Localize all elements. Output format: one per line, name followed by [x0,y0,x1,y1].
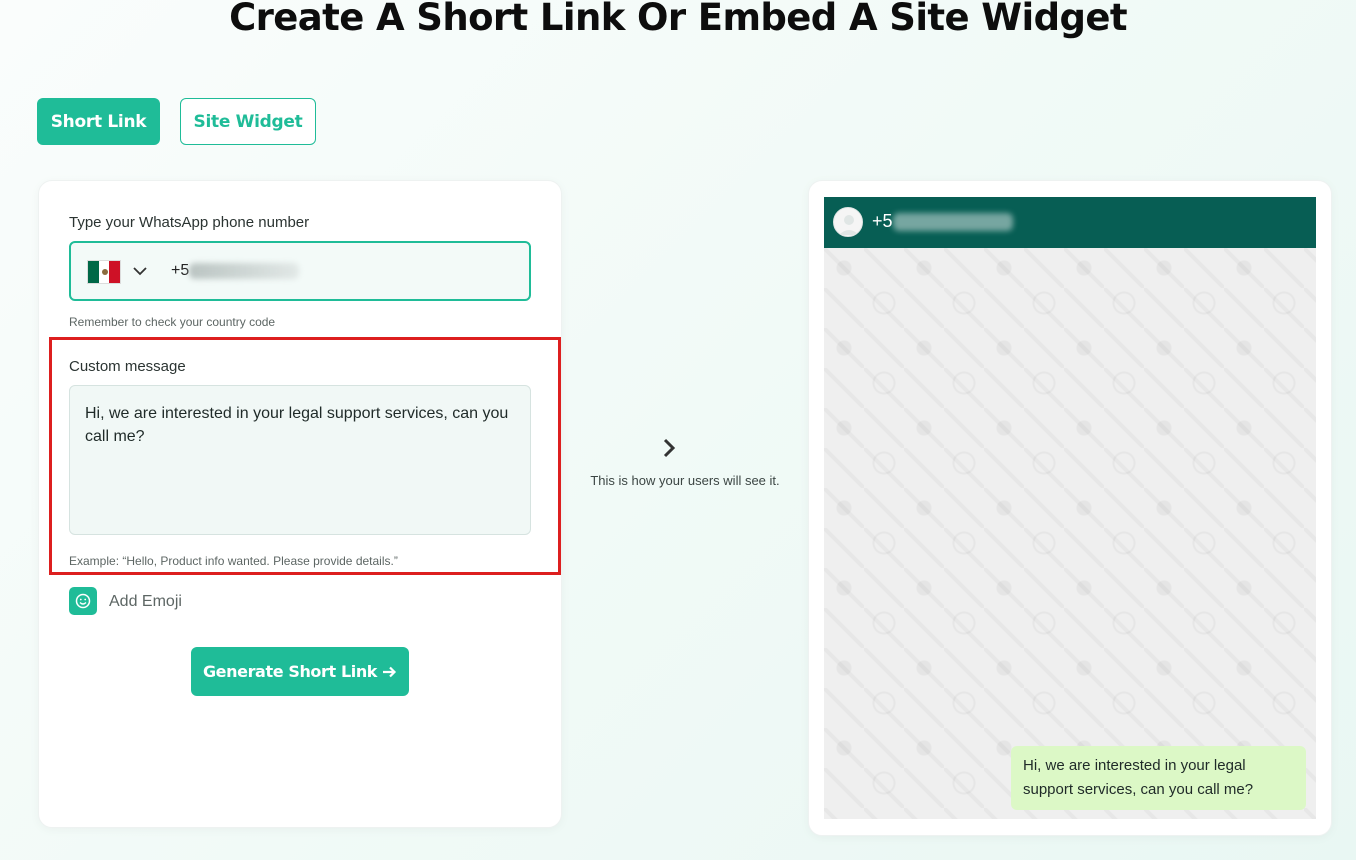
generate-label: Generate Short Link [202,662,378,681]
add-emoji-label[interactable]: Add Emoji [109,593,182,611]
phone-hint: Remember to check your country code [69,315,276,329]
chat-header-number: +5 [872,211,1013,232]
phone-input[interactable]: +5 [69,241,531,301]
chat-background [824,248,1316,819]
generate-short-link-button[interactable]: Generate Short Link [191,647,409,696]
tab-site-widget[interactable]: Site Widget [180,98,316,145]
phone-value[interactable]: +5 [171,262,300,280]
redacted-phone-digits [189,262,300,279]
chat-message-bubble: Hi, we are interested in your legal supp… [1011,746,1306,810]
highlight-box [49,337,561,575]
chat-header: +5 [824,197,1316,248]
avatar [833,207,863,237]
chat-number-prefix: +5 [872,211,893,231]
chevron-right-icon [663,438,676,458]
tab-short-link[interactable]: Short Link [37,98,160,145]
add-emoji-button[interactable] [69,587,97,615]
phone-prefix: +5 [171,262,190,279]
page-title: Create A Short Link Or Embed A Site Widg… [229,0,1127,39]
chevron-down-icon[interactable] [131,260,149,282]
preview-caption: This is how your users will see it. [590,473,780,488]
phone-label: Type your WhatsApp phone number [69,214,310,231]
smiley-icon [75,593,91,609]
mexico-flag-icon[interactable] [87,260,121,284]
redacted-chat-number [892,213,1013,232]
arrow-right-icon [383,666,397,677]
user-icon [839,215,859,235]
